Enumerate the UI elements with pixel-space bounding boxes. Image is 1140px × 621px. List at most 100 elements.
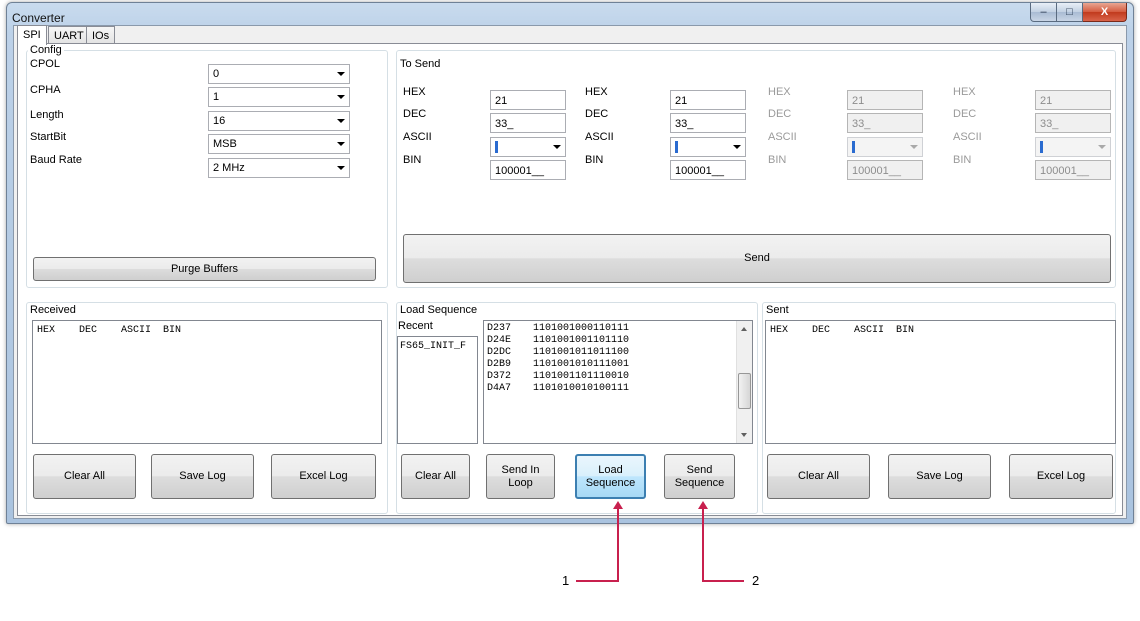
sequence-row[interactable]: D2B9 1101001010111001 <box>487 359 752 371</box>
save-log-label: Save Log <box>916 470 963 482</box>
sequence-bin: 1101001000110111 <box>533 323 630 334</box>
length-label: Length <box>30 109 64 121</box>
ascii-label: ASCII <box>585 131 614 143</box>
scroll-down-icon[interactable] <box>741 433 747 437</box>
minimize-button[interactable]: – <box>1030 3 1057 22</box>
bin-input-4[interactable]: 100001__ <box>1035 160 1111 180</box>
bin-input-2[interactable]: 100001__ <box>670 160 746 180</box>
tab-spi[interactable]: SPI <box>17 25 47 45</box>
dec-input-3[interactable]: 33_ <box>847 113 923 133</box>
cpha-label: CPHA <box>30 84 61 96</box>
chevron-down-icon <box>337 142 345 146</box>
sequence-row[interactable]: D237 1101001000110111 <box>487 323 752 335</box>
sequence-scrollbar[interactable] <box>736 321 752 443</box>
dec-input-1[interactable]: 33_ <box>490 113 566 133</box>
tab-label: SPI <box>23 29 41 41</box>
hex-input-1[interactable]: 21 <box>490 90 566 110</box>
sequence-bin: 1101010010100111 <box>533 383 630 394</box>
ascii-select-3[interactable] <box>847 137 923 157</box>
received-clear-all-button[interactable]: Clear All <box>33 454 136 499</box>
startbit-select[interactable]: MSB <box>208 134 350 154</box>
tab-uart[interactable]: UART <box>48 26 90 44</box>
hex-label: HEX <box>953 86 976 98</box>
send-in-loop-button[interactable]: Send In Loop <box>486 454 555 499</box>
hex-input-4[interactable]: 21 <box>1035 90 1111 110</box>
received-log-header: HEX DEC ASCII BIN <box>37 325 182 336</box>
load-sequence-button[interactable]: Load Sequence <box>575 454 646 499</box>
clear-all-label: Clear All <box>64 470 105 482</box>
ascii-select-4[interactable] <box>1035 137 1111 157</box>
baud-rate-select[interactable]: 2 MHz <box>208 158 350 178</box>
sequence-row[interactable]: D372 1101001101110010 <box>487 371 752 383</box>
maximize-button[interactable]: □ <box>1057 3 1083 22</box>
sequence-rows: D237 1101001000110111 D24E 1101001001101110… <box>484 321 752 395</box>
baud-rate-value: 2 MHz <box>213 162 245 174</box>
sent-log[interactable]: HEX DEC ASCII BIN <box>765 320 1116 444</box>
tab-label: IOs <box>92 30 110 42</box>
dec-label: DEC <box>768 108 792 120</box>
recent-list[interactable]: FS65_INIT_F <box>397 336 478 444</box>
callout-number-1: 1 <box>562 573 570 588</box>
sequence-hex: D2DC <box>487 347 512 358</box>
send-sequence-label: Send Sequence <box>674 463 725 489</box>
converter-window: Converter – □ X SPI UART IOs Config CPOL… <box>6 2 1134 524</box>
window-title: Converter <box>12 11 65 25</box>
sequence-row[interactable]: D4A7 1101010010100111 <box>487 383 752 395</box>
sent-title: Sent <box>764 304 791 316</box>
ascii-select-2[interactable] <box>670 137 746 157</box>
received-log[interactable]: HEX DEC ASCII BIN <box>32 320 382 444</box>
recent-item[interactable]: FS65_INIT_F <box>398 337 477 352</box>
hex-input-2[interactable]: 21 <box>670 90 746 110</box>
baud-rate-label: Baud Rate <box>30 154 82 166</box>
sequence-clear-all-button[interactable]: Clear All <box>401 454 470 499</box>
scroll-up-icon[interactable] <box>741 327 747 331</box>
close-button[interactable]: X <box>1083 3 1127 22</box>
bin-label: BIN <box>768 154 787 166</box>
clear-all-label: Clear All <box>415 470 456 482</box>
text-cursor <box>852 141 855 153</box>
sent-clear-all-button[interactable]: Clear All <box>767 454 870 499</box>
sequence-bin: 1101001011011100 <box>533 347 630 358</box>
chevron-down-icon <box>733 145 741 149</box>
chevron-down-icon <box>553 145 561 149</box>
sequence-hex: D372 <box>487 371 512 382</box>
cpha-select[interactable]: 1 <box>208 87 350 107</box>
purge-buffers-button[interactable]: Purge Buffers <box>33 257 376 281</box>
send-button[interactable]: Send <box>403 234 1111 283</box>
text-cursor <box>675 141 678 153</box>
startbit-value: MSB <box>213 138 237 150</box>
sequence-bin: 1101001010111001 <box>533 359 630 370</box>
hex-label: HEX <box>403 86 426 98</box>
sent-log-header: HEX DEC ASCII BIN <box>770 325 915 336</box>
sequence-hex: D24E <box>487 335 512 346</box>
bin-input-3[interactable]: 100001__ <box>847 160 923 180</box>
received-save-log-button[interactable]: Save Log <box>151 454 254 499</box>
tab-ios[interactable]: IOs <box>86 26 116 44</box>
sequence-row[interactable]: D24E 1101001001101110 <box>487 335 752 347</box>
ascii-label: ASCII <box>403 131 432 143</box>
close-icon: X <box>1100 6 1109 18</box>
sent-excel-log-button[interactable]: Excel Log <box>1009 454 1113 499</box>
sequence-hex: D4A7 <box>487 383 512 394</box>
bin-input-1[interactable]: 100001__ <box>490 160 566 180</box>
hex-label: HEX <box>585 86 608 98</box>
dec-input-2[interactable]: 33_ <box>670 113 746 133</box>
length-value: 16 <box>213 115 226 127</box>
received-title: Received <box>28 304 78 316</box>
dec-input-4[interactable]: 33_ <box>1035 113 1111 133</box>
received-excel-log-button[interactable]: Excel Log <box>271 454 376 499</box>
sent-save-log-button[interactable]: Save Log <box>888 454 991 499</box>
callout-line-horizontal <box>702 580 744 582</box>
recent-label: Recent <box>398 320 433 332</box>
sequence-list[interactable]: D237 1101001000110111 D24E 1101001001101110… <box>483 320 753 444</box>
send-sequence-button[interactable]: Send Sequence <box>664 454 735 499</box>
scroll-thumb[interactable] <box>738 373 751 409</box>
hex-input-3[interactable]: 21 <box>847 90 923 110</box>
chevron-down-icon <box>1098 145 1106 149</box>
client-area: SPI UART IOs Config CPOL 0 CPHA 1 Length… <box>13 25 1127 519</box>
length-select[interactable]: 16 <box>208 111 350 131</box>
cpol-value: 0 <box>213 68 220 80</box>
ascii-select-1[interactable] <box>490 137 566 157</box>
sequence-row[interactable]: D2DC 1101001011011100 <box>487 347 752 359</box>
cpol-select[interactable]: 0 <box>208 64 350 84</box>
